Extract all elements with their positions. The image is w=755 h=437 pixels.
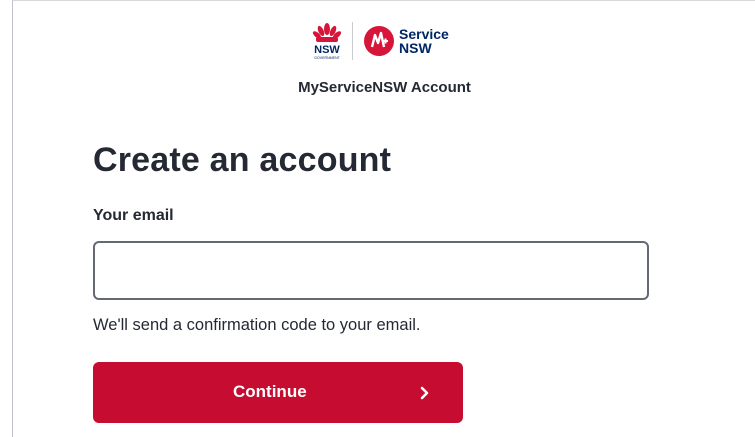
service-logo-line1: Service: [399, 26, 449, 42]
chevron-right-icon: [420, 386, 429, 400]
email-label: Your email: [93, 207, 174, 224]
nsw-government-logo: NSW GOVERNMENT: [310, 21, 344, 61]
nsw-logo-text: NSW: [314, 44, 340, 56]
continue-button[interactable]: Continue: [93, 362, 463, 423]
account-title: MyServiceNSW Account: [298, 79, 471, 96]
email-helper-text: We'll send a confirmation code to your e…: [93, 316, 421, 334]
page-title: Create an account: [93, 141, 392, 179]
waratah-icon: NSW GOVERNMENT: [312, 23, 342, 60]
logo-divider: [352, 22, 353, 60]
continue-button-label: Continue: [233, 382, 307, 401]
email-field[interactable]: [93, 241, 649, 300]
logo-group[interactable]: NSW GOVERNMENT Service NSW: [310, 21, 449, 61]
header: NSW GOVERNMENT Service NSW MyServiceNSW …: [13, 1, 755, 111]
page-frame: NSW GOVERNMENT Service NSW MyServiceNSW …: [12, 0, 755, 437]
nsw-logo-subtext: GOVERNMENT: [314, 56, 341, 60]
service-nsw-emblem-icon: [364, 26, 394, 56]
service-nsw-wordmark: Service NSW: [399, 27, 449, 55]
service-nsw-logo: Service NSW: [363, 25, 449, 57]
service-logo-line2: NSW: [399, 40, 432, 56]
